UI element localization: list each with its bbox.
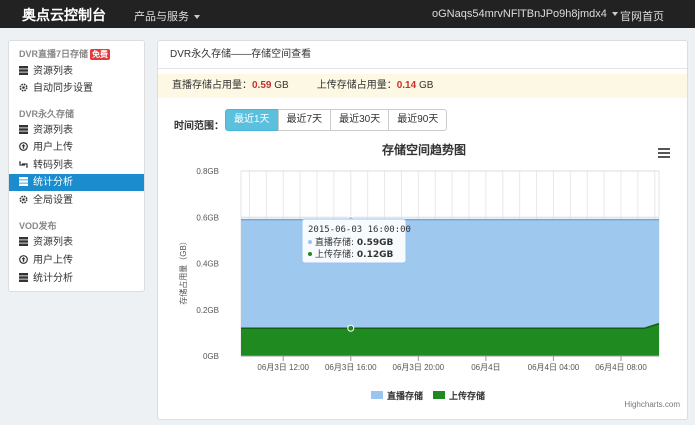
sidebar-group-label: VOD发布: [19, 221, 57, 231]
sidebar-item-resource-list[interactable]: 资源列表: [9, 234, 144, 251]
sidebar-item-label: 资源列表: [33, 237, 73, 248]
x-tick-label: 06月4日 04:00: [528, 363, 580, 372]
x-tick-label: 06月4日: [471, 363, 500, 372]
sidebar-item-label: 全局设置: [33, 195, 73, 206]
svg-text:直播存储: 0.59GB: 直播存储: 0.59GB: [315, 236, 393, 248]
x-tick-label: 06月4日 08:00: [595, 363, 647, 372]
sidebar-item-user-upload[interactable]: 用户上传: [9, 252, 144, 269]
tooltip-live-label: 直播存储:: [315, 236, 357, 248]
sidebar-item-auto-sync[interactable]: 自动同步设置: [9, 80, 144, 97]
sidebar-item-label: 资源列表: [33, 125, 73, 136]
sidebar-group-dvr-permanent: DVR永久存储: [19, 107, 74, 120]
sidebar-item-user-upload[interactable]: 用户上传: [9, 139, 144, 156]
upload-usage-unit: GB: [416, 80, 434, 91]
y-tick-label: 0.8GB: [196, 167, 219, 176]
sidebar-item-label: 资源列表: [33, 66, 73, 77]
range-button-30days[interactable]: 最近30天: [330, 109, 390, 131]
list-icon: [19, 125, 28, 134]
y-tick-label: 0.2GB: [196, 306, 219, 315]
chart-title: 存储空间趋势图: [381, 142, 466, 157]
tooltip-upload-value: 0.12GB: [357, 250, 394, 260]
list-icon: [19, 273, 28, 282]
live-usage-unit: GB: [271, 80, 289, 91]
chart-legend: 直播存储 上传存储: [371, 390, 485, 402]
sidebar: DVR直播7日存储 免费 资源列表 自动同步设置 DVR永久存储 资源列表 用户上…: [8, 40, 145, 292]
sidebar-group-label: DVR直播7日存储: [19, 49, 89, 59]
chart-menu-icon[interactable]: [658, 148, 670, 158]
x-tick-label: 06月3日 16:00: [325, 363, 377, 372]
free-badge: 免费: [90, 49, 111, 60]
y-axis-label: 存储占用量（GB）: [178, 237, 188, 305]
sidebar-item-resource-list[interactable]: 资源列表: [9, 63, 144, 80]
panel-title: DVR永久存储——存储空间查看: [158, 41, 687, 69]
y-tick-label: 0GB: [203, 352, 219, 361]
y-tick-label: 0.6GB: [196, 213, 219, 222]
live-usage-value: 0.59: [252, 80, 272, 91]
brand-logo[interactable]: 奥点云控制台: [22, 5, 106, 25]
live-usage-label: 直播存储占用量：: [172, 80, 252, 91]
sidebar-item-statistics[interactable]: 统计分析: [9, 270, 144, 287]
x-tick-label: 06月3日 12:00: [257, 363, 309, 372]
account-name: oGNaqs54mrvNFlTBnJPo9h8jmdx4: [432, 8, 607, 20]
range-button-90days[interactable]: 最近90天: [388, 109, 448, 131]
sidebar-item-global-settings[interactable]: 全局设置: [9, 192, 144, 209]
storage-trend-chart: 存储空间趋势图 0GB 0.2GB 0.4GB 0.6GB 0.8GB 06月3日 12:…: [178, 142, 680, 409]
upload-series-marker: [308, 252, 312, 256]
live-series-marker: [308, 240, 312, 244]
tooltip-upload-label: 上传存储:: [315, 248, 357, 260]
sidebar-item-label: 自动同步设置: [33, 83, 93, 94]
products-menu-label: 产品与服务: [134, 11, 189, 23]
legend-swatch-live[interactable]: [371, 391, 383, 399]
sidebar-item-label: 用户上传: [33, 142, 73, 153]
official-site-link[interactable]: 官网首页: [620, 8, 664, 24]
sidebar-item-label: 统计分析: [33, 177, 73, 188]
sidebar-group-dvr-7day: DVR直播7日存储 免费: [19, 47, 111, 60]
retweet-icon: [19, 160, 28, 169]
x-tick-label: 06月3日 20:00: [393, 363, 445, 372]
range-button-7days[interactable]: 最近7天: [277, 109, 332, 131]
list-icon: [19, 177, 28, 186]
sidebar-group-vod: VOD发布: [19, 219, 57, 232]
list-icon: [19, 66, 28, 75]
y-tick-label: 0.4GB: [196, 260, 219, 269]
usage-summary: 直播存储占用量：0.59 GB 上传存储占用量：0.14 GB: [158, 74, 687, 98]
legend-swatch-upload[interactable]: [433, 391, 445, 399]
sidebar-item-label: 转码列表: [33, 160, 73, 171]
chevron-down-icon: [611, 12, 618, 17]
gear-icon: [19, 195, 28, 204]
range-button-1day[interactable]: 最近1天: [225, 109, 279, 131]
legend-label-live[interactable]: 直播存储: [387, 390, 423, 402]
legend-label-upload[interactable]: 上传存储: [449, 390, 485, 402]
upload-usage-label: 上传存储占用量：: [316, 80, 397, 91]
time-range-label: 时间范围：: [174, 121, 224, 132]
hover-point-upload[interactable]: [347, 324, 355, 332]
sidebar-item-transcode-list[interactable]: 转码列表: [9, 157, 144, 174]
tooltip-live-value: 0.59GB: [357, 238, 394, 248]
chart-tooltip: 2015-06-03 16:00:00 直播存储: 0.59GB 上传存储: 0…: [301, 218, 411, 264]
top-navbar: 奥点云控制台 产品与服务 oGNaqs54mrvNFlTBnJPo9h8jmdx…: [0, 0, 695, 28]
chart-credit[interactable]: Highcharts.com: [624, 400, 680, 409]
svg-text:上传存储: 0.12GB: 上传存储: 0.12GB: [315, 248, 393, 260]
sidebar-item-label: 用户上传: [33, 255, 73, 266]
storage-panel: DVR永久存储——存储空间查看 直播存储占用量：0.59 GB 上传存储占用量：0…: [157, 40, 688, 420]
upload-icon: [19, 255, 28, 264]
account-menu[interactable]: oGNaqs54mrvNFlTBnJPo9h8jmdx4: [432, 8, 618, 20]
sidebar-item-statistics[interactable]: 统计分析: [9, 174, 144, 191]
products-menu[interactable]: 产品与服务: [134, 8, 200, 24]
sidebar-item-label: 统计分析: [33, 273, 73, 284]
upload-icon: [19, 142, 28, 151]
gear-icon: [19, 83, 28, 92]
tooltip-title: 2015-06-03 16:00:00: [308, 225, 411, 235]
upload-usage-value: 0.14: [396, 80, 417, 91]
sidebar-item-resource-list[interactable]: 资源列表: [9, 122, 144, 139]
list-icon: [19, 237, 28, 246]
chevron-down-icon: [194, 15, 200, 20]
time-range-group: 最近1天 最近7天 最近30天 最近90天: [225, 109, 448, 131]
sidebar-group-label: DVR永久存储: [19, 109, 75, 119]
